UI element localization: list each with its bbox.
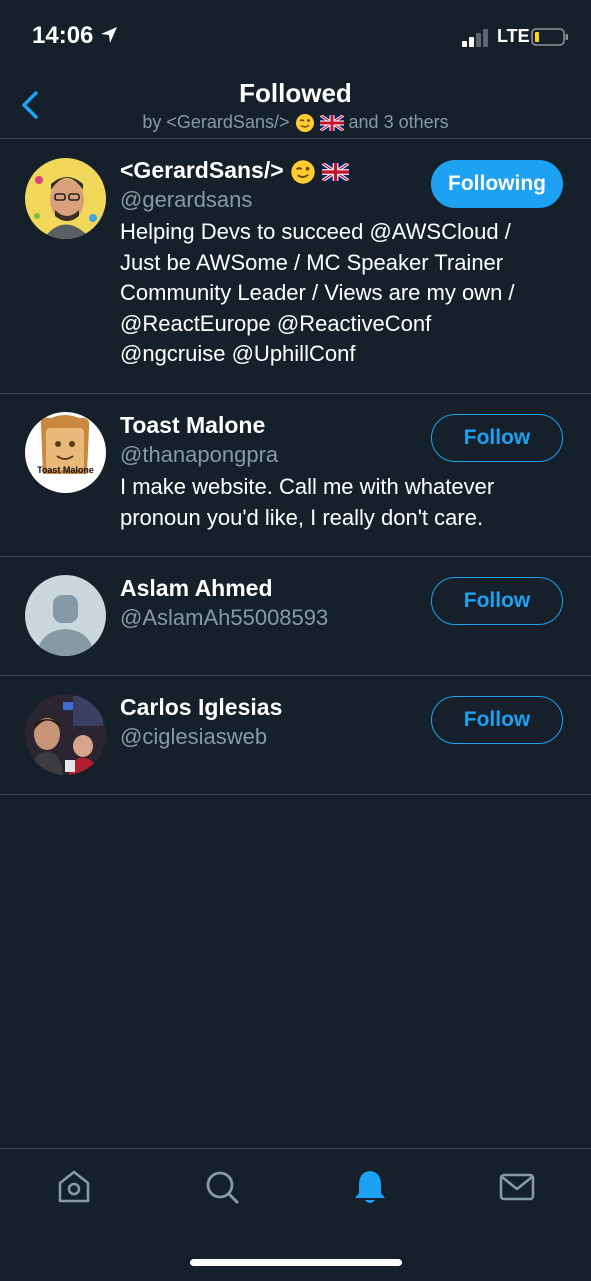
battery-icon — [531, 28, 568, 46]
bio-line: @ReactEurope @ReactiveConf — [120, 310, 432, 336]
user-handle: @ciglesiasweb — [120, 724, 268, 749]
status-bar: 14:06 LTE — [0, 0, 591, 70]
follow-button[interactable]: Follow — [431, 696, 563, 744]
subtitle-by: by <GerardSans/> — [142, 112, 290, 132]
user-bio: Helping Devs to succeed @AWSCloud / Just… — [120, 217, 570, 370]
display-name-text: <GerardSans/> — [120, 157, 284, 183]
user-display-name: Aslam Ahmed — [120, 575, 273, 601]
user-bio: I make website. Call me with whatever pr… — [120, 472, 570, 533]
uk-flag-icon — [319, 115, 344, 132]
follow-button[interactable]: Follow — [431, 577, 563, 625]
carlos-iglesias-avatar-image — [25, 694, 106, 775]
page-subtitle: by <GerardSans/> and 3 others — [0, 112, 591, 133]
network-type: LTE — [497, 26, 530, 46]
default-avatar-icon — [25, 575, 106, 656]
user-display-name: <GerardSans/> — [120, 157, 350, 185]
messages-icon[interactable] — [497, 1167, 537, 1207]
bio-line: I make website. Call me with whatever — [120, 474, 495, 499]
user-handle: @AslamAh55008593 — [120, 605, 329, 630]
avatar[interactable] — [25, 694, 106, 775]
header: Followed by <GerardSans/> and 3 others — [0, 70, 591, 139]
uk-flag-icon — [322, 162, 350, 181]
gerardsans-avatar-image — [25, 158, 106, 239]
home-icon[interactable] — [54, 1167, 94, 1207]
avatar[interactable]: Toast Malone — [25, 412, 106, 493]
home-indicator[interactable] — [190, 1259, 402, 1266]
bio-line: Just be AWSome / MC Speaker Trainer — [120, 249, 504, 275]
following-button[interactable]: Following — [431, 160, 563, 208]
subtitle-others: and 3 others — [348, 112, 449, 132]
search-icon[interactable] — [202, 1167, 242, 1207]
user-row-aslam-ahmed[interactable]: Aslam Ahmed @AslamAh55008593 Follow — [0, 557, 591, 676]
toast-malone-avatar-image: Toast Malone — [25, 412, 106, 493]
bio-line: pronoun you'd like, I really don't care. — [120, 504, 484, 530]
avatar[interactable] — [25, 575, 106, 656]
user-row-carlos-iglesias[interactable]: Carlos Iglesias @ciglesiasweb Follow — [0, 676, 591, 795]
page-title: Followed — [239, 78, 352, 108]
signal-icon — [462, 29, 488, 47]
user-display-name: Carlos Iglesias — [120, 694, 283, 720]
notifications-icon[interactable] — [350, 1167, 390, 1207]
status-time: 14:06 — [32, 22, 94, 49]
bio-line: @ngcruise @UphillConf — [120, 341, 356, 366]
user-row-gerardsans[interactable]: <GerardSans/> @gerardsans Following Help… — [0, 139, 591, 394]
bio-line: Helping Devs to succeed @AWSCloud / — [120, 219, 511, 244]
user-row-toast-malone[interactable]: Toast Malone Toast Malone @thanapongpra … — [0, 394, 591, 557]
user-handle: @thanapongpra — [120, 442, 279, 467]
follow-button[interactable]: Follow — [431, 414, 563, 462]
location-arrow-icon — [101, 27, 117, 43]
winking-face-icon — [295, 114, 314, 133]
avatar-caption: Toast Malone — [37, 465, 94, 475]
winking-face-icon — [291, 160, 315, 184]
avatar[interactable] — [25, 158, 106, 239]
user-display-name: Toast Malone — [120, 412, 266, 438]
bio-line: Community Leader / Views are my own / — [120, 280, 515, 305]
user-handle: @gerardsans — [120, 187, 253, 212]
